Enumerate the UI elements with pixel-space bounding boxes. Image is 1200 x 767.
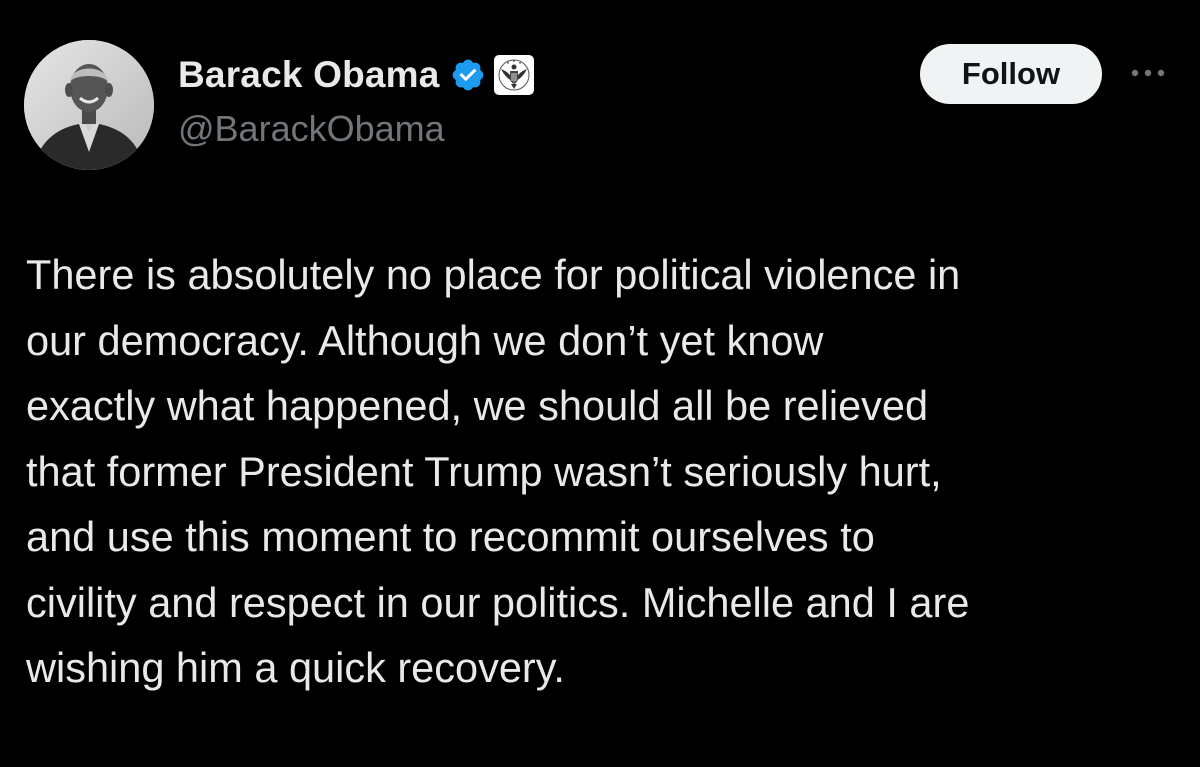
tweet-text-line: and use this moment to recommit ourselve… bbox=[26, 513, 875, 560]
tweet-text-line: There is absolutely no place for politic… bbox=[26, 251, 961, 298]
more-options-icon[interactable] bbox=[1126, 58, 1170, 88]
tweet-text-line: civility and respect in our politics. Mi… bbox=[26, 578, 970, 626]
author-name-row: Barack Obama bbox=[178, 50, 534, 100]
profile-photo-image bbox=[24, 40, 154, 170]
author-handle[interactable]: @BarackObama bbox=[178, 108, 445, 150]
tweet-text: There is absolutely no place for politic… bbox=[26, 242, 1186, 701]
tweet-card: Barack Obama @BarackObama Follow There i… bbox=[0, 0, 1200, 767]
verified-badge-icon[interactable] bbox=[450, 57, 486, 93]
tweet-text-line: our democracy. Although we don’t yet kno… bbox=[26, 316, 824, 364]
tweet-text-line: that former President Trump wasn’t serio… bbox=[26, 447, 942, 495]
tweet-text-line: wishing him a quick recovery. bbox=[26, 644, 565, 691]
author-display-name[interactable]: Barack Obama bbox=[178, 54, 440, 96]
avatar[interactable] bbox=[24, 40, 154, 170]
tweet-text-line: exactly what happened, we should all be … bbox=[26, 382, 929, 429]
follow-button[interactable]: Follow bbox=[920, 44, 1102, 104]
government-seal-icon[interactable] bbox=[493, 55, 534, 95]
